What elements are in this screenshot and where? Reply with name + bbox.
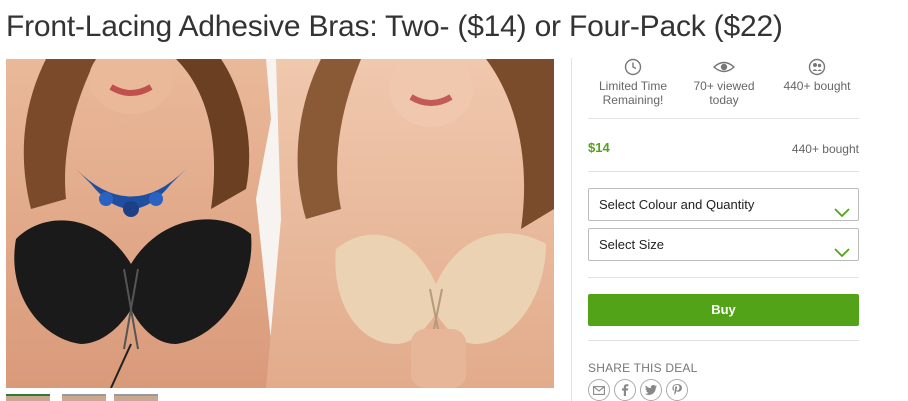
stat-viewed: 70+ viewed today: [682, 58, 766, 107]
deal-price: $14: [588, 140, 610, 155]
eye-icon: [682, 58, 766, 77]
product-photo: [6, 59, 554, 388]
stat-bought: 440+ bought: [774, 58, 860, 93]
divider: [588, 277, 859, 278]
clock-icon: [588, 58, 678, 77]
thumbnail-3[interactable]: [114, 394, 158, 401]
thumbnail-1[interactable]: [6, 394, 50, 401]
column-divider: [571, 58, 572, 401]
stat-line1: 440+ bought: [783, 79, 851, 93]
stat-line1: Limited Time: [598, 79, 668, 93]
people-icon: [774, 58, 860, 77]
divider: [588, 340, 859, 341]
deal-title: Front-Lacing Adhesive Bras: Two- ($14) o…: [6, 10, 783, 43]
stat-line2: Remaining!: [602, 93, 664, 107]
share-label: SHARE THIS DEAL: [588, 361, 698, 375]
deal-stats: Limited Time Remaining! 70+ viewed today…: [588, 58, 859, 117]
colour-quantity-select-label: Select Colour and Quantity: [599, 197, 755, 212]
twitter-icon[interactable]: [640, 379, 662, 401]
email-icon[interactable]: [588, 379, 610, 401]
divider: [588, 171, 859, 172]
thumbnail-2[interactable]: [62, 394, 106, 401]
bought-count: 440+ bought: [791, 142, 859, 156]
buy-button[interactable]: Buy: [588, 294, 859, 326]
stat-line1: 70+ viewed: [693, 79, 755, 93]
chevron-down-icon: [834, 238, 850, 269]
stat-line2: today: [709, 93, 739, 107]
thumbnail-strip: [6, 394, 566, 401]
size-select[interactable]: Select Size: [588, 228, 859, 261]
share-icons: [588, 379, 708, 401]
colour-quantity-select[interactable]: Select Colour and Quantity: [588, 188, 859, 221]
product-image[interactable]: [6, 59, 554, 388]
pinterest-icon[interactable]: [666, 379, 688, 401]
divider: [588, 118, 859, 119]
size-select-label: Select Size: [599, 237, 665, 252]
chevron-down-icon: [834, 198, 850, 229]
facebook-icon[interactable]: [614, 379, 636, 401]
stat-time-remaining: Limited Time Remaining!: [588, 58, 678, 107]
